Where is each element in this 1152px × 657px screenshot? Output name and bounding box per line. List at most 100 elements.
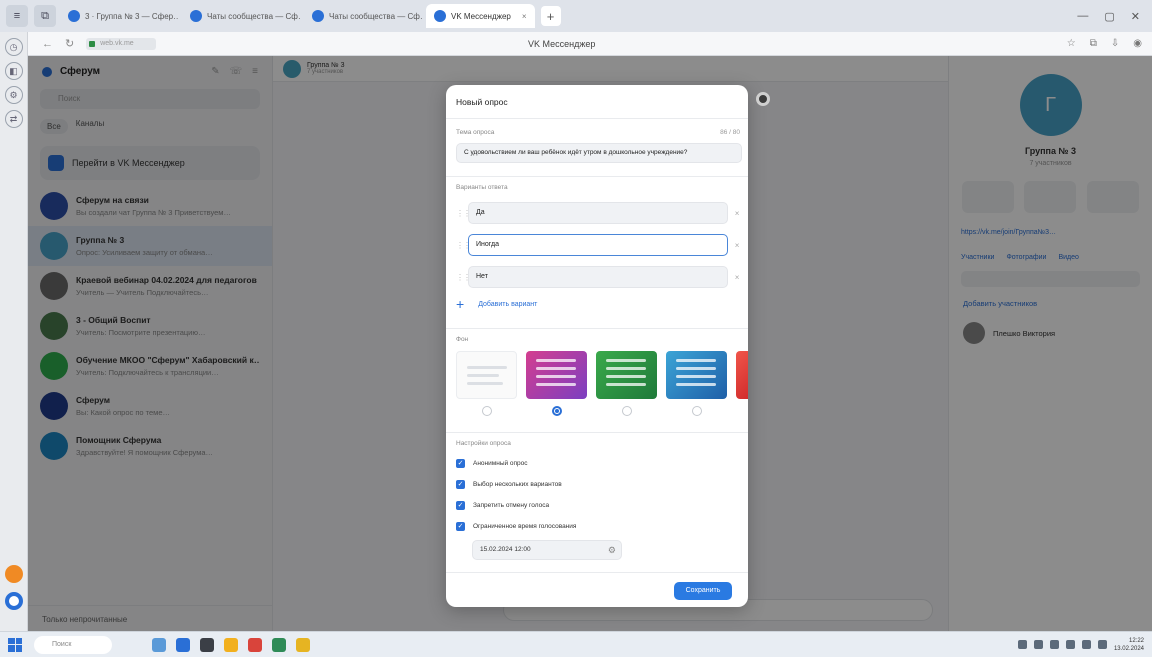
checkbox-label: Анонимный опрос — [473, 460, 528, 467]
download-icon[interactable]: ⇩ — [1111, 38, 1119, 49]
checkbox-checked-icon: ✓ — [456, 501, 465, 510]
browser-tab[interactable]: Чаты сообщества — Сф… — [182, 4, 300, 28]
time-limit-checkbox[interactable]: ✓ Ограниченное время голосования — [456, 522, 576, 531]
network-icon[interactable] — [1081, 640, 1091, 649]
background-radio[interactable] — [622, 406, 632, 416]
background-picker — [456, 351, 748, 405]
no-revote-checkbox[interactable]: ✓ Запретить отмену голоса — [456, 501, 549, 510]
edge-icon[interactable] — [176, 637, 190, 652]
checkbox-label: Запретить отмену голоса — [473, 502, 550, 509]
option-field[interactable]: Нет — [468, 266, 729, 288]
remove-option-icon[interactable]: × — [732, 273, 742, 282]
checkbox-checked-icon: ✓ — [456, 522, 465, 531]
settings-icon[interactable]: ⚙ — [4, 86, 23, 104]
app-shortcut-icon[interactable] — [5, 592, 23, 610]
question-counter: 86 / 80 — [720, 129, 740, 136]
maximize-icon[interactable]: ▢ — [1104, 10, 1114, 23]
remove-option-icon[interactable]: × — [732, 241, 742, 250]
windows-taskbar: Поиск 12:22 13.02.2024 — [0, 631, 1152, 657]
browser-tab-bar: ≡ ⧉ 3 · Группа № 3 — Сфер… Чаты сообщест… — [0, 0, 1152, 32]
option-row: ⋮⋮ Да × — [456, 202, 742, 224]
checkbox-checked-icon: ✓ — [456, 480, 465, 489]
add-option-button[interactable]: + Добавить вариант — [456, 297, 537, 311]
end-date-field[interactable]: 15.02.2024 12:00 ⚙ — [472, 540, 622, 560]
settings-label: Настройки опроса — [456, 440, 511, 447]
plus-icon: + — [456, 296, 465, 312]
taskbar-search-input[interactable]: Поиск — [34, 635, 112, 654]
new-poll-dialog: Новый опрос Тема опроса 86 / 80 С удовол… — [446, 85, 748, 607]
option-field[interactable]: Да — [468, 202, 729, 224]
save-button[interactable]: Сохранить — [674, 582, 732, 600]
new-tab-button[interactable]: + — [540, 6, 561, 26]
drag-handle-icon[interactable]: ⋮⋮ — [456, 209, 471, 218]
remove-option-icon[interactable]: × — [732, 209, 742, 218]
option-field-focused[interactable]: Иногда — [468, 234, 729, 256]
minimize-icon[interactable]: — — [1077, 10, 1088, 23]
drag-handle-icon[interactable]: ⋮⋮ — [456, 273, 471, 282]
windows-start-icon[interactable] — [8, 637, 22, 652]
app-shortcut-icon[interactable] — [5, 565, 23, 583]
checkbox-label: Ограниченное время голосования — [473, 523, 577, 530]
back-icon[interactable]: ← — [42, 38, 53, 50]
drag-handle-icon[interactable]: ⋮⋮ — [456, 241, 471, 250]
browser-tab-active[interactable]: VK Мессенджер × — [426, 4, 535, 28]
background-option-red[interactable] — [736, 351, 748, 399]
background-option-pink[interactable] — [526, 351, 587, 399]
calendar-settings-icon[interactable]: ⚙ — [608, 541, 616, 559]
taskbar-apps — [152, 637, 310, 652]
background-radio[interactable] — [482, 406, 492, 416]
close-tab-icon[interactable]: × — [522, 12, 527, 21]
background-option-plain[interactable] — [456, 351, 517, 399]
translate-icon[interactable]: ⇄ — [4, 110, 23, 128]
vk-favicon-icon — [312, 10, 324, 22]
extensions-icon[interactable]: ⧉ — [1090, 38, 1097, 49]
app-icon[interactable] — [248, 637, 262, 652]
volume-icon[interactable] — [1097, 640, 1107, 649]
browser-tab[interactable]: Чаты сообщества — Сф… — [304, 4, 422, 28]
background-option-blue[interactable] — [666, 351, 727, 399]
explorer-icon[interactable] — [224, 637, 238, 652]
background-radio-selected[interactable] — [552, 406, 562, 416]
tray-icon[interactable] — [1033, 640, 1043, 649]
tray-icon[interactable] — [1017, 640, 1027, 649]
close-dialog-icon[interactable] — [756, 92, 770, 106]
checkbox-label: Выбор нескольких вариантов — [473, 481, 562, 488]
option-row: ⋮⋮ Иногда × — [456, 234, 742, 256]
browser-menu-icon[interactable]: ≡ — [6, 5, 28, 27]
weather-icon[interactable] — [152, 637, 166, 652]
address-bar: ← ↻ web.vk.me VK Мессенджер ☆ ⧉ ⇩ ◉ — [28, 32, 1152, 56]
collections-icon[interactable]: ◧ — [4, 62, 23, 80]
divider — [446, 176, 748, 177]
dialog-title: Новый опрос — [456, 97, 508, 107]
background-label: Фон — [456, 336, 469, 343]
question-field[interactable]: С удовольствием ли ваш ребёнок идёт утро… — [456, 143, 742, 163]
options-label: Варианты ответа — [456, 184, 508, 191]
divider — [446, 328, 748, 329]
background-radios — [456, 406, 748, 416]
store-icon[interactable] — [200, 637, 214, 652]
checkbox-checked-icon: ✓ — [456, 459, 465, 468]
tab-actions-icon[interactable]: ⧉ — [34, 5, 56, 27]
history-icon[interactable]: ◷ — [4, 38, 23, 56]
background-option-green[interactable] — [596, 351, 657, 399]
url-field[interactable]: web.vk.me — [86, 37, 157, 50]
multiple-choice-checkbox[interactable]: ✓ Выбор нескольких вариантов — [456, 480, 562, 489]
anonymous-checkbox[interactable]: ✓ Анонимный опрос — [456, 459, 528, 468]
profile-icon[interactable]: ◉ — [1133, 38, 1142, 49]
close-window-icon[interactable]: ✕ — [1131, 10, 1140, 23]
tray-icon[interactable] — [1065, 640, 1075, 649]
reload-icon[interactable]: ↻ — [65, 37, 74, 50]
option-row: ⋮⋮ Нет × — [456, 266, 742, 288]
bookmark-icon[interactable]: ☆ — [1067, 38, 1076, 49]
question-label: Тема опроса — [456, 129, 495, 136]
add-option-label: Добавить вариант — [478, 300, 538, 308]
system-clock[interactable]: 12:22 13.02.2024 — [1114, 637, 1144, 653]
folder-icon[interactable] — [296, 637, 310, 652]
window-controls: — ▢ ✕ — [1077, 10, 1152, 23]
tray-icon[interactable] — [1049, 640, 1059, 649]
divider — [446, 118, 748, 119]
divider — [446, 432, 748, 433]
app-icon[interactable] — [272, 637, 286, 652]
background-radio[interactable] — [692, 406, 702, 416]
browser-tab[interactable]: 3 · Группа № 3 — Сфер… — [60, 4, 178, 28]
